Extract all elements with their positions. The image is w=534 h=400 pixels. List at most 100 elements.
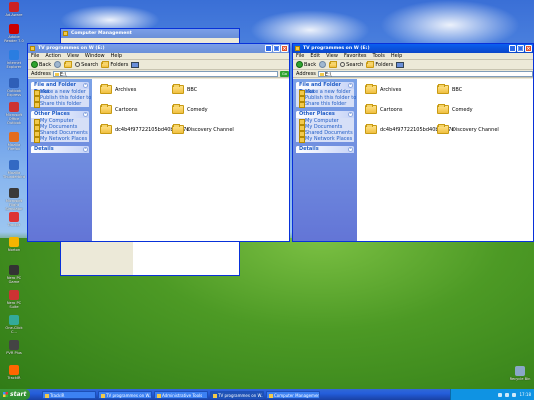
desktop-shortcut[interactable]: Nero PC Suite	[2, 290, 26, 309]
shortcut-label: Internet Explorer	[6, 61, 22, 69]
folder-item[interactable]: Cartoons	[100, 104, 137, 114]
tray-volume-icon[interactable]	[505, 392, 510, 397]
panel-header[interactable]: Details ˅	[296, 146, 354, 153]
up-button[interactable]	[64, 60, 73, 68]
taskbar-task-button[interactable]: TrackIR	[42, 390, 96, 399]
shortcut-icon	[9, 212, 19, 222]
menu-item[interactable]: Favorites	[344, 53, 367, 59]
menu-item[interactable]: Help	[111, 53, 122, 59]
collapse-icon[interactable]: ˄	[83, 83, 88, 88]
menu-item[interactable]: Window	[85, 53, 105, 59]
taskbar-task-button[interactable]: TV programmes on W...	[210, 390, 264, 399]
folder-item[interactable]: Archives	[100, 84, 137, 94]
tray-network-icon[interactable]	[498, 392, 503, 397]
maximize-button[interactable]: □	[273, 45, 280, 52]
menu-item[interactable]: Tools	[373, 53, 385, 59]
minimize-button[interactable]: _	[265, 45, 272, 52]
folder-name: Archives	[115, 86, 137, 93]
back-button[interactable]: Back	[31, 61, 51, 68]
desktop-shortcut[interactable]: Internet Explorer	[2, 50, 26, 69]
desktop-shortcut[interactable]: Mozilla Thunderbird	[2, 160, 26, 179]
forward-arrow-icon	[54, 61, 62, 68]
menu-item[interactable]: View	[67, 53, 79, 59]
clock[interactable]: 17:18	[519, 392, 531, 397]
menu-item[interactable]: File	[31, 53, 39, 59]
back-button[interactable]: Back	[296, 61, 316, 68]
explorer-right-title: TV programmes on W (E:)	[303, 46, 370, 51]
desktop-shortcut[interactable]: Microsoft Flight Simulator	[2, 188, 26, 211]
start-button[interactable]: start	[0, 389, 30, 400]
recycle-bin-shortcut[interactable]: Recycle Bin	[508, 366, 532, 381]
maximize-button[interactable]: □	[517, 45, 524, 52]
folder-item[interactable]: Comedy	[172, 104, 208, 114]
collapse-icon[interactable]: ˄	[348, 112, 353, 117]
explorer-window-left[interactable]: TV programmes on W (E:) _ □ × File Action…	[27, 43, 290, 242]
search-button[interactable]: Search	[75, 62, 98, 68]
panel-header[interactable]: Other Places ˄	[296, 111, 354, 118]
forward-button[interactable]	[54, 61, 62, 68]
panel-header[interactable]: File and Folder Tasks ˄	[296, 82, 354, 95]
up-button[interactable]	[329, 60, 338, 68]
desktop-shortcut[interactable]: PVR Plus	[2, 340, 26, 355]
desktop-shortcut[interactable]: Ad-Aware	[2, 2, 26, 17]
forward-button[interactable]	[319, 61, 327, 68]
explorer-window-right[interactable]: TV programmes on W (E:) _ □ × File Edit Vi…	[292, 43, 534, 242]
folder-item[interactable]: BBC	[437, 84, 462, 94]
computer-management-titlebar[interactable]: Computer Management	[61, 29, 239, 38]
menu-item[interactable]: Action	[45, 53, 61, 59]
folder-item[interactable]: Comedy	[437, 104, 473, 114]
desktop-shortcut[interactable]: Norton	[2, 237, 26, 252]
search-button[interactable]: Search	[340, 62, 363, 68]
explorer-left-titlebar[interactable]: TV programmes on W (E:) _ □ ×	[28, 44, 289, 53]
collapse-icon[interactable]: ˄	[348, 83, 353, 88]
shortcut-icon	[9, 365, 19, 375]
folder-item[interactable]: Discovery Channel	[172, 124, 234, 134]
taskbar: start TrackIR TV programmes on W... Admini…	[0, 389, 534, 400]
desktop-shortcut[interactable]: Outlook Express	[2, 78, 26, 97]
views-button[interactable]	[131, 61, 140, 68]
search-label: Search	[346, 61, 364, 68]
folders-button[interactable]: Folders	[366, 60, 393, 68]
expand-icon[interactable]: ˅	[83, 147, 88, 152]
tray-security-icon[interactable]	[512, 392, 517, 397]
place-link[interactable]: My Network Places	[296, 136, 354, 143]
address-input[interactable]: E:\	[317, 70, 533, 78]
taskbar-task-button[interactable]: Computer Management	[266, 390, 320, 399]
views-button[interactable]	[396, 61, 405, 68]
close-button[interactable]: ×	[525, 45, 532, 52]
folders-button[interactable]: Folders	[101, 60, 128, 68]
shortcut-icon	[9, 315, 19, 325]
panel-header[interactable]: File and Folder Tasks ˄	[31, 82, 89, 95]
menu-item[interactable]: Help	[391, 53, 402, 59]
desktop-shortcut[interactable]: Adobe Reader 7.0	[2, 24, 26, 43]
panel-header[interactable]: Other Places ˄	[31, 111, 89, 118]
folder-item[interactable]: Cartoons	[365, 104, 402, 114]
desktop-shortcut[interactable]: Microsoft Office Outlook	[2, 102, 26, 125]
desktop-shortcut[interactable]: Mozilla Firefox	[2, 132, 26, 151]
taskbar-task-button[interactable]: TV programmes on W...	[98, 390, 152, 399]
minimize-button[interactable]: _	[509, 45, 516, 52]
address-input[interactable]: E:\	[52, 70, 278, 78]
task-link[interactable]: Share this folder	[296, 101, 354, 108]
desktop-shortcut[interactable]: One-Click C...	[2, 315, 26, 334]
desktop-shortcut[interactable]: TrackIR	[2, 365, 26, 380]
task-link[interactable]: Share this folder	[31, 101, 89, 108]
menu-item[interactable]: View	[326, 53, 338, 59]
go-button[interactable]: Go	[280, 70, 289, 77]
shortcut-icon	[9, 2, 19, 12]
panel-header[interactable]: Details ˅	[31, 146, 89, 153]
expand-icon[interactable]: ˅	[348, 147, 353, 152]
menu-item[interactable]: Edit	[310, 53, 320, 59]
folder-item[interactable]: Archives	[365, 84, 401, 94]
back-label: Back	[39, 61, 52, 68]
desktop-shortcut[interactable]: Nero PC Game	[2, 265, 26, 284]
desktop-shortcut[interactable]: Tractor	[2, 212, 26, 227]
taskbar-task-button[interactable]: Administrative Tools	[154, 390, 208, 399]
explorer-right-titlebar[interactable]: TV programmes on W (E:) _ □ ×	[293, 44, 533, 53]
place-link[interactable]: My Network Places	[31, 136, 89, 143]
collapse-icon[interactable]: ˄	[83, 112, 88, 117]
folder-item[interactable]: Discovery Channel	[437, 124, 499, 134]
folder-item[interactable]: BBC	[172, 84, 197, 94]
close-button[interactable]: ×	[281, 45, 288, 52]
menu-item[interactable]: File	[296, 53, 304, 59]
